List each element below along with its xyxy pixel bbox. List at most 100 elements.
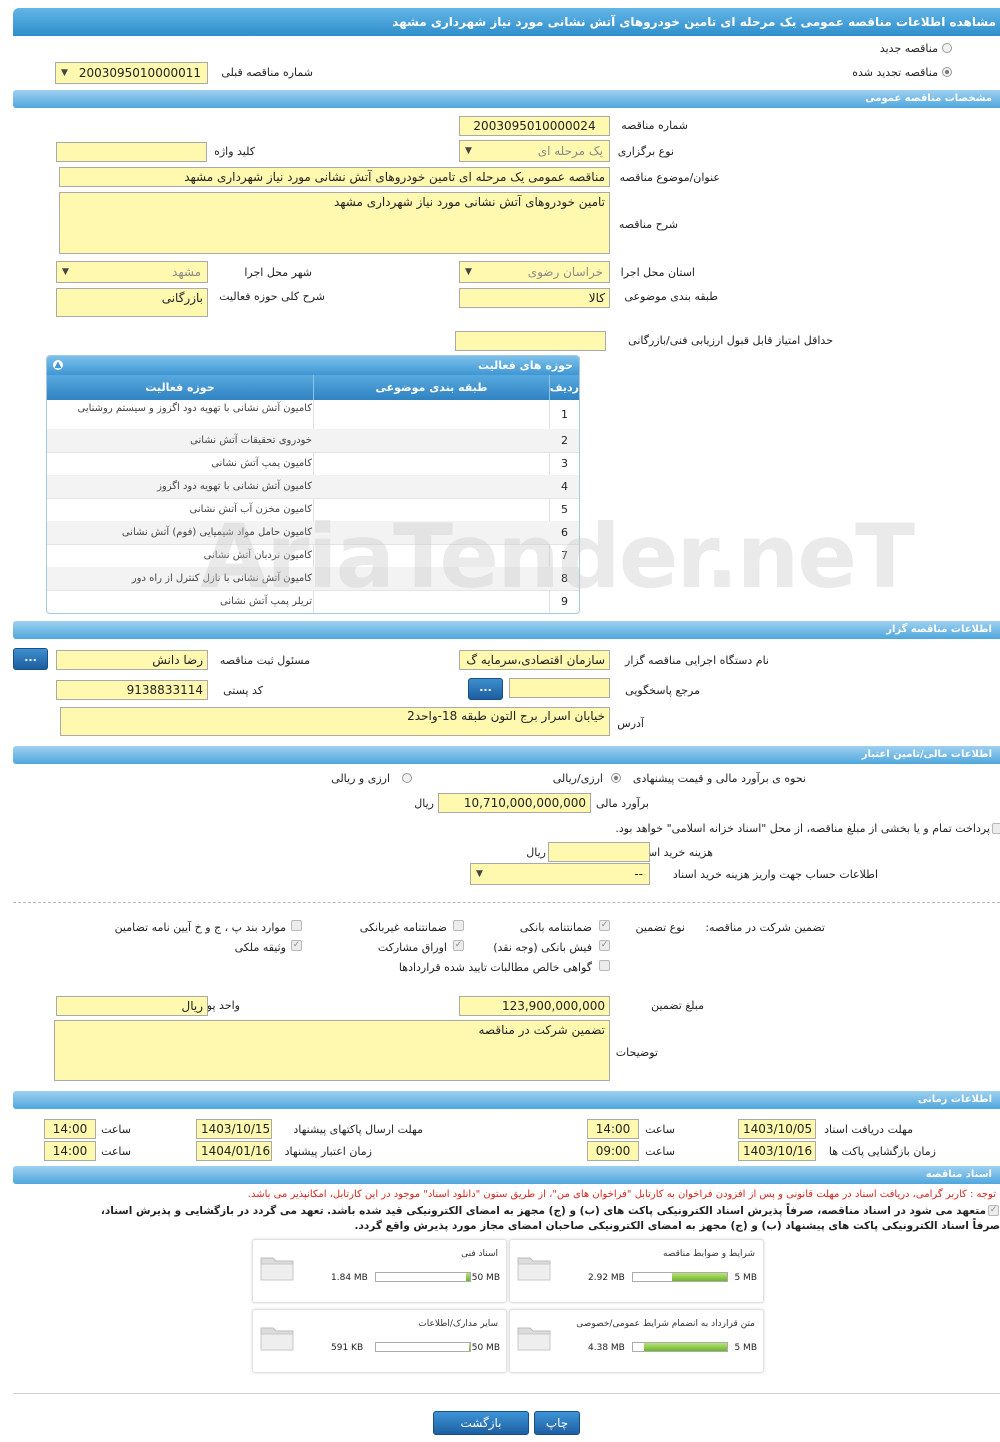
description-label: شرح مناقصه <box>618 218 678 231</box>
document-card[interactable]: سایر مدارک/اطلاعات 591 KB 50 MB <box>252 1309 507 1373</box>
min-score-label: حداقل امتیاز قابل قبول ارزیابی فنی/بازرگ… <box>628 334 833 347</box>
claims-cert-label: گواهی خالص مطالبات تایید شده قراردادها <box>398 961 592 974</box>
receive-deadline-field[interactable]: 1403/10/05 <box>738 1119 816 1139</box>
subject-field[interactable]: مناقصه عمومی یک مرحله ای تامین خودروهای … <box>59 167 610 187</box>
opening-time-field[interactable]: 09:00 <box>587 1141 639 1161</box>
guarantee-type-label: نوع تضمین <box>635 921 685 934</box>
keyword-label: کلید واژه <box>214 145 255 158</box>
previous-number-select[interactable]: 2003095010000011 ▼ <box>55 62 208 84</box>
chevron-down-icon: ▼ <box>465 146 472 156</box>
validity-time-field[interactable]: 14:00 <box>44 1141 96 1161</box>
chevron-down-icon: ▼ <box>61 68 68 78</box>
category-label: طبقه بندی موضوعی <box>624 290 718 303</box>
document-card[interactable]: متن قرارداد به انضمام شرایط عمومی/خصوصی … <box>509 1309 764 1373</box>
folder-icon <box>517 1327 551 1351</box>
folder-icon <box>260 1257 294 1281</box>
send-deadline-field[interactable]: 1403/10/15 <box>196 1119 272 1139</box>
currency-field[interactable]: ریال <box>56 996 208 1016</box>
chevron-down-icon: ▼ <box>62 267 69 277</box>
address-field[interactable]: خیابان اسرار برج التون طبقه 18-واحد2 <box>60 707 610 736</box>
treasury-checkbox[interactable] <box>992 823 1000 834</box>
registrar-lookup-button[interactable]: ... <box>13 648 48 670</box>
estimate-unit: ریال <box>414 797 434 810</box>
table-row: 1 کامیون آتش نشانی با تهویه دود اگزوز و س… <box>47 400 579 430</box>
previous-number-label: شماره مناقصه قبلی <box>221 66 313 79</box>
account-select[interactable]: -- ▼ <box>470 863 650 885</box>
participation-bonds-checkbox[interactable]: ✓ <box>453 940 464 951</box>
reference-field[interactable] <box>509 678 610 698</box>
non-bank-guarantee-label: ضمانتنامه غیربانکی <box>359 921 447 934</box>
amount-label: مبلغ تضمین <box>651 999 704 1012</box>
postal-code-field[interactable]: 9138833114 <box>56 680 208 700</box>
renewed-tender-radio[interactable] <box>942 67 952 77</box>
notes-textarea[interactable]: تضمین شرکت در مناقصه <box>54 1020 610 1081</box>
collapse-icon[interactable]: ▲ <box>53 360 63 370</box>
activity-desc-field[interactable]: بازرگانی <box>56 288 208 317</box>
validity-field[interactable]: 1404/01/16 <box>196 1141 272 1161</box>
clauses-checkbox[interactable] <box>291 920 302 931</box>
documents-notice: توجه : کاربر گرامی، دریافت اسناد در مهلت… <box>247 1189 996 1200</box>
section-finance: اطلاعات مالی/تامین اعتبار <box>13 746 1000 764</box>
cash-receipt-checkbox[interactable]: ✓ <box>599 940 610 951</box>
receive-time-field[interactable]: 14:00 <box>587 1119 639 1139</box>
activities-table-caption: حوزه های فعالیت ▲ <box>47 356 579 375</box>
address-label: آدرس <box>617 717 644 730</box>
new-tender-label: مناقصه جدید <box>879 42 938 55</box>
opening-label: زمان بازگشایی پاکت ها <box>828 1145 936 1158</box>
guarantee-label: تضمین شرکت در مناقصه: <box>705 921 825 934</box>
upload-progress-bar <box>632 1272 728 1282</box>
chevron-down-icon: ▼ <box>476 869 483 879</box>
opening-field[interactable]: 1403/10/16 <box>738 1141 816 1161</box>
registrar-field[interactable]: رضا دانش <box>56 650 208 670</box>
keyword-field[interactable] <box>56 142 207 162</box>
treasury-note: پرداخت تمام و یا بخشی از مبلغ مناقصه، از… <box>615 822 990 835</box>
doc-fee-unit: ریال <box>526 846 546 859</box>
activities-table-header: ردیف طبقه بندی موضوعی حوزه فعالیت <box>47 375 579 400</box>
bank-guarantee-label: ضمانتنامه بانکی <box>519 921 592 934</box>
send-time-field[interactable]: 14:00 <box>44 1119 96 1139</box>
clauses-label: موارد بند پ ، ج و خ آیین نامه تضامین <box>114 921 286 934</box>
new-tender-radio[interactable] <box>942 43 952 53</box>
guarantee-amount-field[interactable]: 123,900,000,000 <box>459 996 610 1016</box>
print-button[interactable]: چاپ <box>534 1411 580 1435</box>
table-row: 2 خودروی تحقیقات آتش نشانی <box>47 429 579 453</box>
postal-label: کد پستی <box>223 684 263 697</box>
bank-guarantee-checkbox[interactable]: ✓ <box>599 920 610 931</box>
property-checkbox[interactable]: ✓ <box>291 940 302 951</box>
upload-progress-bar <box>375 1342 471 1352</box>
holding-type-select[interactable]: یک مرحله ای ▼ <box>459 140 610 162</box>
reference-label: مرجع پاسخگویی <box>625 684 700 697</box>
back-button[interactable]: بازگشت <box>433 1411 529 1435</box>
min-score-field[interactable] <box>455 331 606 351</box>
estimate-field[interactable]: 10,710,000,000,000 <box>438 793 591 813</box>
city-select[interactable]: مشهد ▼ <box>56 261 208 283</box>
currency-and-rial-radio[interactable] <box>402 773 412 783</box>
description-textarea[interactable]: تامین خودروهای آتش نشانی مورد نیاز شهردا… <box>59 192 610 254</box>
receive-deadline-label: مهلت دریافت اسناد <box>824 1123 913 1136</box>
notes-label: توضیحات <box>615 1046 658 1059</box>
doc-fee-field[interactable] <box>548 842 650 862</box>
agency-field[interactable]: سازمان اقتصادی،سرمایه گ <box>459 650 610 670</box>
section-general: مشخصات مناقصه عمومی <box>13 90 1000 108</box>
province-select[interactable]: خراسان رضوی ▼ <box>459 261 610 283</box>
currency-rial-radio[interactable] <box>611 773 621 783</box>
send-deadline-label: مهلت ارسال پاکتهای پیشنهاد <box>293 1123 423 1136</box>
commitment-checkbox[interactable]: ✓ <box>988 1205 999 1216</box>
commitment-text-1: متعهد می شود در اسناد مناقصه، صرفاً پذیر… <box>100 1205 986 1217</box>
section-timing: اطلاعات زمانی <box>13 1091 1000 1109</box>
subject-label: عنوان/موضوع مناقصه <box>619 171 720 184</box>
registrar-label: مسئول ثبت مناقصه <box>219 654 310 667</box>
tender-number-field[interactable]: 2003095010000024 <box>459 116 610 136</box>
header-field: حوزه فعالیت <box>145 381 215 394</box>
cash-receipt-label: فیش بانکی (وجه نقد) <box>493 941 592 954</box>
category-field[interactable]: کالا <box>459 288 610 308</box>
reference-lookup-button[interactable]: ... <box>468 678 503 700</box>
renewed-tender-label: مناقصه تجدید شده <box>852 66 938 79</box>
claims-cert-checkbox[interactable] <box>599 960 610 971</box>
estimate-method-label: نحوه ی برآورد مالی و قیمت پیشنهادی <box>632 772 806 785</box>
document-card[interactable]: اسناد فنی 1.84 MB 50 MB <box>252 1239 507 1303</box>
document-card[interactable]: شرایط و ضوابط مناقصه 2.92 MB 5 MB <box>509 1239 764 1303</box>
activity-desc-label: شرح کلی حوزه فعالیت <box>219 290 325 303</box>
upload-progress-bar <box>632 1342 728 1352</box>
non-bank-guarantee-checkbox[interactable] <box>453 920 464 931</box>
